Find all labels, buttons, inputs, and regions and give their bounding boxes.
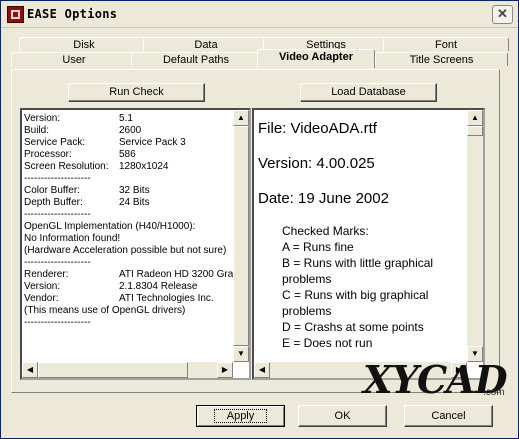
- tab-user[interactable]: User: [11, 52, 137, 66]
- opengl-impl-label: OpenGL Implementation (H40/H1000):: [24, 221, 196, 232]
- processor-value: 586: [119, 149, 136, 160]
- processor-label: Processor:: [24, 149, 72, 160]
- app-icon: [7, 6, 24, 23]
- doc-mark-b-cont: problems: [282, 272, 332, 286]
- doc-vertical-scrollbar[interactable]: ▲ ▼: [467, 110, 483, 362]
- apply-label: Apply: [213, 409, 268, 423]
- build-label: Build:: [24, 125, 50, 136]
- depth-buffer-label: Depth Buffer:: [24, 197, 83, 208]
- doc-file-line: File: VideoADA.rtf: [258, 120, 377, 137]
- info-horizontal-scrollbar[interactable]: ◀ ▶: [22, 362, 233, 378]
- load-database-button[interactable]: Load Database: [300, 83, 437, 102]
- tab-video-adapter[interactable]: Video Adapter: [257, 49, 375, 68]
- title-bar: EASE Options ✕: [1, 1, 518, 28]
- cancel-button[interactable]: Cancel: [404, 405, 493, 427]
- options-window: EASE Options ✕ Disk Data Settings Font U…: [0, 0, 519, 439]
- apply-button[interactable]: Apply: [196, 405, 285, 427]
- no-info-text: No Information found!: [24, 233, 121, 244]
- window-title: EASE Options: [27, 7, 118, 21]
- service-pack-label: Service Pack:: [24, 137, 86, 148]
- doc-scroll-up-arrow-icon[interactable]: ▲: [467, 110, 483, 126]
- tab-strip: Disk Data Settings Font User Default Pat…: [9, 34, 510, 70]
- color-buffer-value: 32 Bits: [119, 185, 150, 196]
- doc-mark-c-cont: problems: [282, 304, 332, 318]
- doc-marks-title: Checked Marks:: [282, 224, 369, 238]
- close-button[interactable]: ✕: [492, 5, 513, 24]
- renderer-value: ATI Radeon HD 3200 Graphics: [119, 269, 233, 280]
- build-value: 2600: [119, 125, 142, 136]
- info-vertical-scrollbar[interactable]: ▲ ▼: [233, 110, 249, 362]
- scroll-down-arrow-icon[interactable]: ▼: [233, 346, 249, 362]
- doc-mark-d: D = Crashs at some points: [282, 320, 424, 334]
- scroll-up-arrow-icon[interactable]: ▲: [233, 110, 249, 126]
- tab-data[interactable]: Data: [143, 37, 269, 51]
- doc-version-line: Version: 4.00.025: [258, 155, 375, 172]
- ok-button[interactable]: OK: [298, 405, 387, 427]
- doc-mark-c: C = Runs with big graphical: [282, 288, 429, 302]
- renderer-label: Renderer:: [24, 269, 69, 280]
- doc-mark-b: B = Runs with little graphical: [282, 256, 434, 270]
- separator: --------------------: [24, 257, 91, 268]
- gl-version-label: Version:: [24, 281, 61, 292]
- watermark-suffix: .com: [483, 387, 505, 398]
- hw-accel-text: (Hardware Acceleration possible but not …: [24, 245, 227, 256]
- video-database-box[interactable]: File: VideoADA.rtf Version: 4.00.025 Dat…: [252, 108, 485, 380]
- separator: --------------------: [24, 209, 91, 220]
- resolution-value: 1280x1024: [119, 161, 169, 172]
- scroll-right-arrow-icon[interactable]: ▶: [217, 362, 233, 378]
- tab-title-screens[interactable]: Title Screens: [375, 52, 508, 66]
- version-value: 5.1: [119, 113, 133, 124]
- separator: --------------------: [24, 173, 91, 184]
- vendor-label: Vendor:: [24, 293, 59, 304]
- scroll-left-arrow-icon[interactable]: ◀: [22, 362, 38, 378]
- scroll-thumb[interactable]: [233, 126, 249, 346]
- doc-mark-e: E = Does not run: [282, 336, 373, 350]
- separator: --------------------: [24, 317, 91, 328]
- service-pack-value: Service Pack 3: [119, 137, 186, 148]
- version-label: Version:: [24, 113, 61, 124]
- opengl-note: (This means use of OpenGL drivers): [24, 305, 186, 316]
- doc-scroll-left-arrow-icon[interactable]: ◀: [254, 362, 270, 378]
- watermark-logo: XYCAD .com: [363, 357, 513, 402]
- doc-mark-a: A = Runs fine: [282, 240, 354, 254]
- system-info-box[interactable]: Version: 5.1 Build: 2600 Service Pack: Serv…: [20, 108, 251, 380]
- resolution-label: Screen Resolution:: [24, 161, 109, 172]
- tab-disk[interactable]: Disk: [19, 37, 149, 51]
- vendor-value: ATI Technologies Inc.: [119, 293, 214, 304]
- doc-scroll-thumb[interactable]: [467, 126, 483, 136]
- gl-version-value: 2.1.8304 Release: [119, 281, 198, 292]
- color-buffer-label: Color Buffer:: [24, 185, 80, 196]
- tab-default-paths[interactable]: Default Paths: [131, 52, 261, 66]
- run-check-button[interactable]: Run Check: [68, 83, 205, 102]
- tab-font[interactable]: Font: [383, 37, 509, 51]
- depth-buffer-value: 24 Bits: [119, 197, 150, 208]
- doc-date-line: Date: 19 June 2002: [258, 190, 389, 207]
- h-scroll-thumb[interactable]: [38, 362, 188, 378]
